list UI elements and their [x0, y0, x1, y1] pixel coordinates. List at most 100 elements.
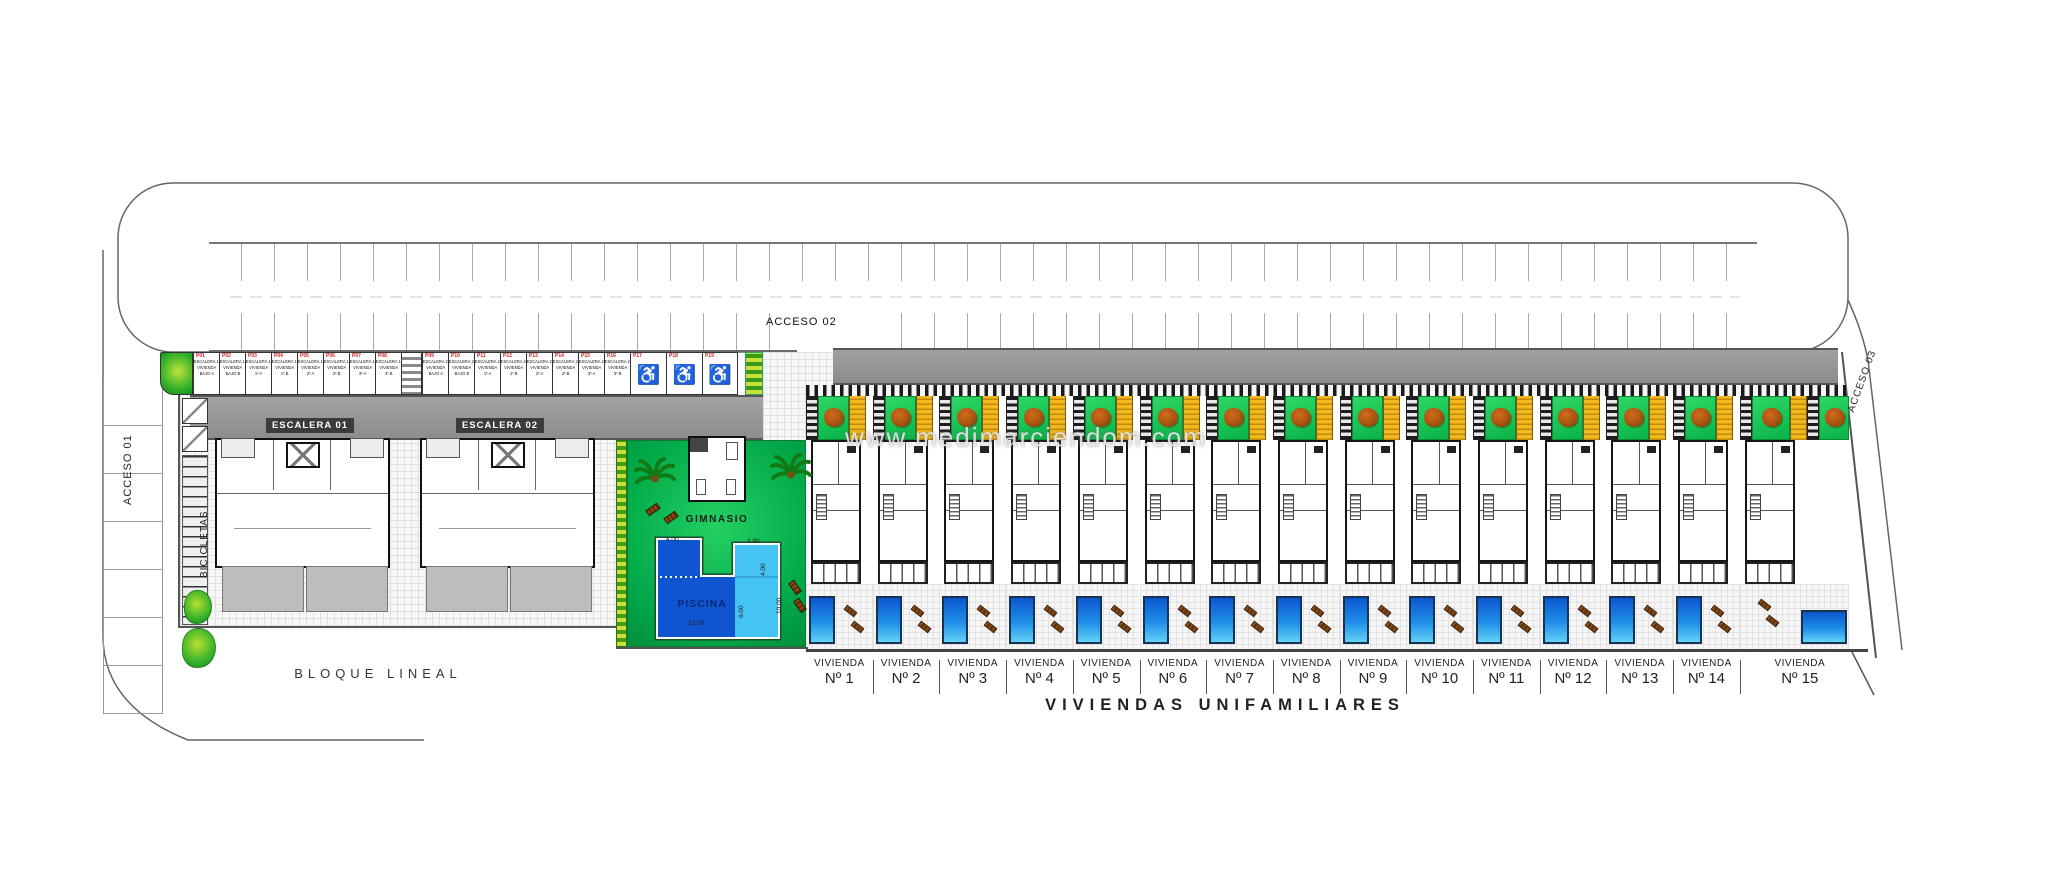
sun-lounger: [910, 605, 924, 618]
back-garden: [806, 584, 873, 650]
label-divider: [1406, 660, 1407, 694]
back-garden: [1406, 584, 1473, 650]
sun-lounger: [1511, 605, 1525, 618]
front-garden: [1685, 396, 1716, 440]
site-plan: ACCESO 02 ACCESO 01 P01ESCALERA 1VIVIEND…: [0, 0, 2048, 880]
sun-lounger: [1451, 621, 1465, 634]
pool-dim: 10.00: [776, 598, 783, 614]
plot-boundary: [806, 649, 1868, 652]
vivienda-unit-13: [1606, 396, 1673, 650]
vivienda-unit-11: [1473, 396, 1540, 650]
vivienda-label-1: VIVIENDANº 1: [806, 658, 873, 700]
house-porch: [1278, 562, 1328, 584]
back-garden: [1206, 584, 1273, 650]
bloque-building-2: [420, 438, 595, 568]
vivienda-label-12: VIVIENDANº 12: [1540, 658, 1607, 700]
back-garden: [1140, 584, 1207, 650]
corner-planter: [160, 352, 193, 395]
tree-icon: [1762, 408, 1782, 427]
vivienda-label-15: VIVIENDANº 15: [1740, 658, 1860, 700]
back-garden: [1340, 584, 1407, 650]
driveway-strip: [806, 396, 818, 440]
parking-space-p12: P12ESCALERA 2VIVIENDA1º B: [500, 352, 526, 395]
wheelchair-icon: ♿: [637, 366, 661, 385]
terrace: [510, 566, 592, 612]
tree-icon: [824, 408, 844, 427]
back-garden: [1273, 584, 1340, 650]
house-porch: [1145, 562, 1195, 584]
pergola-strip: [1716, 396, 1733, 440]
tree-icon: [1224, 408, 1244, 427]
sun-lounger: [1644, 605, 1658, 618]
front-garden: [1418, 396, 1449, 440]
driveway-strip: [1673, 396, 1685, 440]
private-pool: [1676, 596, 1702, 644]
tree-icon: [1691, 408, 1711, 427]
palm-tree-icon: [770, 452, 812, 492]
label-divider: [939, 660, 940, 694]
house-porch: [1611, 562, 1661, 584]
tree-icon: [1558, 408, 1578, 427]
vivienda-label-8: VIVIENDANº 8: [1273, 658, 1340, 700]
sun-lounger: [977, 605, 991, 618]
sun-lounger: [1518, 621, 1532, 634]
private-pool: [1209, 596, 1235, 644]
street-parking-band-bottom: [209, 313, 1757, 352]
pool-hedge: [616, 440, 627, 647]
sun-lounger: [1117, 621, 1131, 634]
vivienda-label-7: VIVIENDANº 7: [1206, 658, 1273, 700]
sun-lounger: [844, 605, 858, 618]
driveway-strip: [1340, 396, 1352, 440]
label-divider: [1340, 660, 1341, 694]
vivienda-label-11: VIVIENDANº 11: [1473, 658, 1540, 700]
sun-lounger: [1765, 615, 1779, 628]
pergola-strip: [1316, 396, 1333, 440]
parking-space-p18: P18♿: [666, 352, 702, 395]
house-floor-plan: [1011, 440, 1061, 562]
sun-lounger: [1711, 605, 1725, 618]
label-divider: [1073, 660, 1074, 694]
parking-space-p01: P01ESCALERA 1VIVIENDABAJO A: [193, 352, 219, 395]
curb-strip: [806, 385, 1846, 396]
driveway-strip: [1606, 396, 1618, 440]
pool-dim: 6.00: [738, 605, 745, 618]
house-floor-plan: [944, 440, 994, 562]
sun-lounger: [1584, 621, 1598, 634]
sun-lounger: [1757, 599, 1771, 612]
vivienda-label-6: VIVIENDANº 6: [1140, 658, 1207, 700]
back-garden: [1473, 584, 1540, 650]
house-porch: [1078, 562, 1128, 584]
private-pool: [1343, 596, 1369, 644]
gimnasio-label: GIMNASIO: [668, 514, 766, 525]
label-divider: [1606, 660, 1607, 694]
pool-shape: [650, 532, 786, 644]
viviendas-unifamiliares-heading: VIVIENDAS UNIFAMILIARES: [1010, 696, 1440, 715]
pergola-strip: [1583, 396, 1600, 440]
house-porch: [1745, 562, 1795, 584]
house-porch: [1011, 562, 1061, 584]
plot-boundary: [616, 647, 808, 649]
sun-lounger: [1110, 605, 1124, 618]
tree-icon: [1424, 408, 1444, 427]
house-porch: [878, 562, 928, 584]
house-floor-plan: [1745, 440, 1795, 562]
pool-dim: 12.00: [688, 620, 704, 627]
label-divider: [1740, 660, 1741, 694]
pergola-strip: [1649, 396, 1666, 440]
house-porch: [944, 562, 994, 584]
back-garden: [1073, 584, 1140, 650]
house-floor-plan: [1478, 440, 1528, 562]
piscina-label: PISCINA: [664, 598, 740, 610]
private-pool: [942, 596, 968, 644]
private-pool: [1009, 596, 1035, 644]
driveway-strip: [1740, 396, 1752, 440]
utility-box: [182, 426, 208, 452]
house-floor-plan: [1545, 440, 1595, 562]
parking-space-p04: P04ESCALERA 1VIVIENDA1º B: [271, 352, 297, 395]
back-garden: [1606, 584, 1673, 650]
sun-lounger: [1577, 605, 1591, 618]
front-garden: [1552, 396, 1583, 440]
acceso-01-label: ACCESO 01: [122, 434, 134, 505]
back-garden: [939, 584, 1006, 650]
sun-lounger: [1184, 621, 1198, 634]
